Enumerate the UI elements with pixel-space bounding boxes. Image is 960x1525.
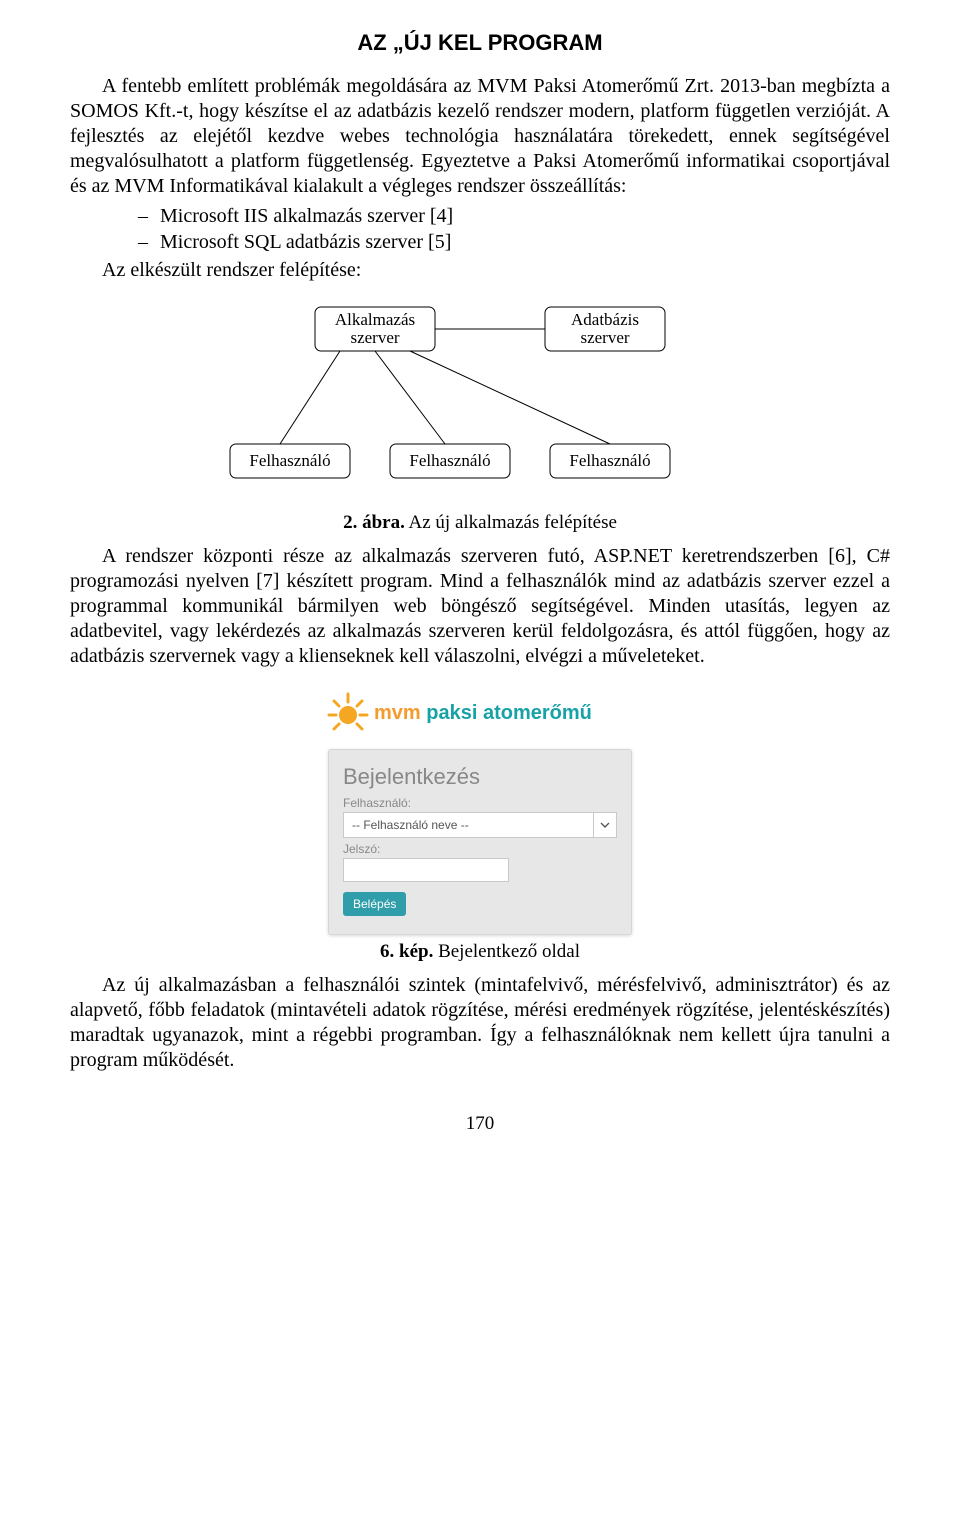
body-paragraph-2: A rendszer központi része az alkalmazás … [70, 544, 890, 669]
brand-text-mvm: mvm [374, 702, 421, 724]
body-paragraph-3: Az új alkalmazásban a felhasználói szint… [70, 973, 890, 1073]
architecture-diagram: Alkalmazás szerver Adatbázis szerver Fel… [70, 289, 890, 504]
figure-number-1: 2. ábra. [343, 512, 405, 533]
page-number: 170 [70, 1113, 890, 1135]
figure-text-2: Bejelentkező oldal [433, 941, 580, 962]
db-server-label-1: Adatbázis [571, 310, 639, 329]
figure-caption-2: 6. kép. Bejelentkező oldal [70, 941, 890, 963]
list-item: Microsoft SQL adatbázis szerver [5] [138, 229, 890, 255]
brand-row: mvm paksi atomerőmű [320, 683, 640, 749]
app-server-label-1: Alkalmazás [335, 310, 415, 329]
login-screenshot: mvm paksi atomerőmű Bejelentkezés Felhas… [70, 683, 890, 935]
username-select-value: -- Felhasználó neve -- [352, 818, 469, 832]
user-label-1: Felhasználó [249, 451, 330, 470]
figure-number-2: 6. kép. [380, 941, 433, 962]
figure-caption-1: 2. ábra. Az új alkalmazás felépítése [70, 512, 890, 534]
login-button[interactable]: Belépés [343, 892, 406, 916]
password-label: Jelszó: [343, 842, 617, 856]
user-label-3: Felhasználó [569, 451, 650, 470]
document-page: AZ „ÚJ KEL PROGRAM A fentebb említett pr… [0, 0, 960, 1175]
list-item: Microsoft IIS alkalmazás szerver [4] [138, 203, 890, 229]
bullet-list: Microsoft IIS alkalmazás szerver [4] Mic… [70, 203, 890, 255]
db-server-label-2: szerver [580, 328, 629, 347]
login-form: Bejelentkezés Felhasználó: -- Felhasznál… [328, 749, 632, 935]
page-title: AZ „ÚJ KEL PROGRAM [70, 30, 890, 56]
username-label: Felhasználó: [343, 796, 617, 810]
sun-icon [326, 691, 370, 735]
user-label-2: Felhasználó [409, 451, 490, 470]
brand-text-paksi: paksi atomerőmű [421, 702, 592, 724]
app-server-label-2: szerver [350, 328, 399, 347]
login-title: Bejelentkezés [343, 764, 617, 790]
chevron-down-icon [593, 813, 616, 837]
sub-intro: Az elkészült rendszer felépítése: [70, 257, 890, 283]
password-input[interactable] [343, 858, 509, 882]
intro-paragraph: A fentebb említett problémák megoldására… [70, 74, 890, 199]
figure-text-1: Az új alkalmazás felépítése [405, 512, 617, 533]
username-select[interactable]: -- Felhasználó neve -- [343, 812, 617, 838]
